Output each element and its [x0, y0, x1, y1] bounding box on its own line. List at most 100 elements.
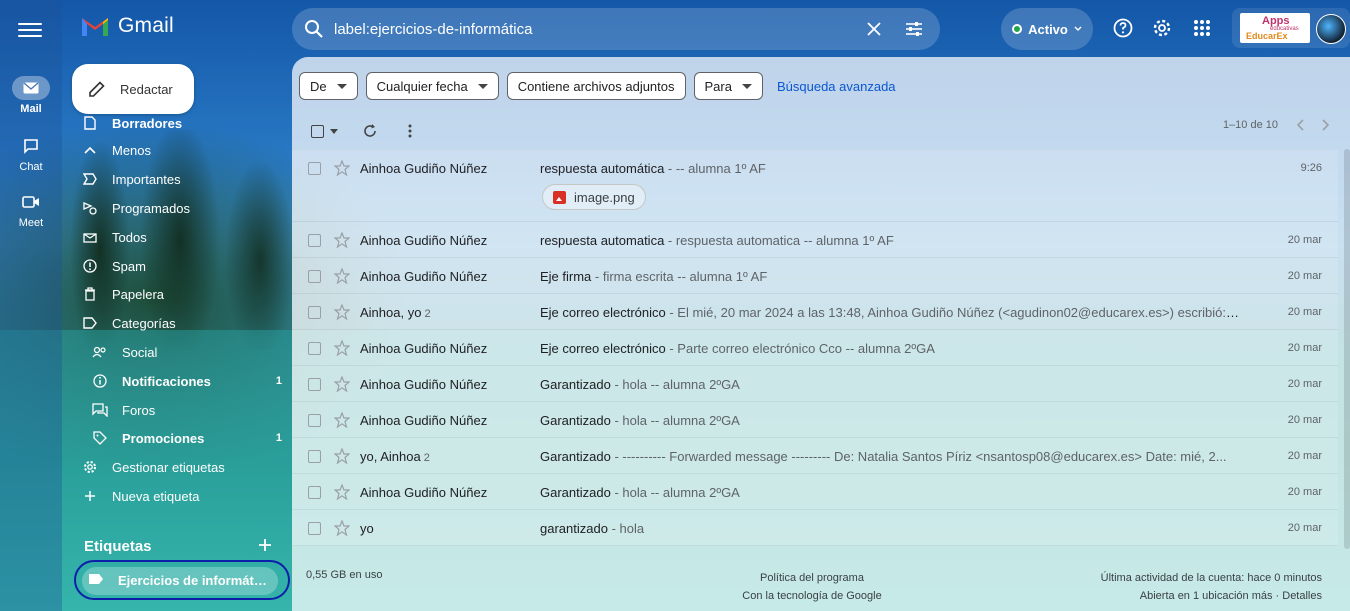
search-options-button[interactable]: [894, 9, 934, 49]
email-row[interactable]: Ainhoa Gudiño Núñez Garantizado - hola -…: [292, 474, 1338, 510]
rail-chat[interactable]: Chat: [0, 134, 62, 173]
sidebar-item-spam[interactable]: Spam: [82, 253, 282, 279]
star-icon[interactable]: [334, 268, 350, 284]
attachment-chip[interactable]: image.png: [542, 184, 646, 210]
row-checkbox[interactable]: [308, 234, 321, 247]
more-vert-icon: [408, 124, 412, 138]
sender-name: yo: [360, 521, 374, 536]
star-icon[interactable]: [334, 484, 350, 500]
email-row[interactable]: Ainhoa Gudiño Núñez Eje firma - firma es…: [292, 258, 1338, 294]
search-icon[interactable]: [304, 19, 324, 39]
email-subject: Garantizado: [540, 413, 611, 428]
status-button[interactable]: Activo: [1001, 8, 1093, 50]
sender-name: Ainhoa Gudiño Núñez: [360, 377, 488, 392]
sidebar-item-social[interactable]: Social: [92, 339, 282, 365]
star-icon[interactable]: [334, 412, 350, 428]
schedule-send-icon: [82, 200, 98, 216]
row-checkbox[interactable]: [308, 270, 321, 283]
row-checkbox[interactable]: [308, 306, 321, 319]
scrollbar[interactable]: [1344, 149, 1350, 549]
trash-icon: [82, 286, 98, 302]
video-icon: [12, 190, 50, 214]
star-icon[interactable]: [334, 520, 350, 536]
label-important-icon: [82, 171, 98, 187]
label-icon: [88, 573, 104, 588]
email-row[interactable]: yo, Ainhoa 2 Garantizado - ---------- For…: [292, 438, 1338, 474]
forum-icon: [92, 402, 108, 418]
email-row[interactable]: Ainhoa Gudiño Núñez respuesta automática…: [292, 150, 1338, 222]
main-menu-icon[interactable]: [18, 18, 42, 42]
email-row[interactable]: Ainhoa Gudiño Núñez respuesta automatica…: [292, 222, 1338, 258]
filter-from-chip[interactable]: De: [299, 72, 358, 100]
apps-button[interactable]: [1190, 16, 1214, 40]
all-mail-icon: [82, 229, 98, 245]
advanced-search-link[interactable]: Búsqueda avanzada: [777, 79, 896, 94]
filter-attachments-chip[interactable]: Contiene archivos adjuntos: [506, 72, 686, 100]
sidebar-item-scheduled[interactable]: Programados: [82, 195, 282, 221]
star-icon[interactable]: [334, 376, 350, 392]
email-subject: Eje correo electrónico: [540, 341, 666, 356]
email-row[interactable]: Ainhoa Gudiño Núñez Garantizado - hola -…: [292, 366, 1338, 402]
more-options-button[interactable]: [398, 119, 422, 143]
email-date: 20 mar: [1287, 342, 1322, 354]
settings-button[interactable]: [1150, 16, 1174, 40]
email-date: 20 mar: [1287, 450, 1322, 462]
sidebar-item-manage-labels[interactable]: Gestionar etiquetas: [82, 454, 282, 480]
email-row[interactable]: Ainhoa Gudiño Núñez Garantizado - hola -…: [292, 402, 1338, 438]
program-policy-link[interactable]: Política del programa: [732, 569, 892, 587]
select-all-checkbox[interactable]: [306, 119, 342, 143]
sidebar-item-new-label[interactable]: Nueva etiqueta: [82, 483, 282, 509]
search-bar[interactable]: [292, 8, 940, 50]
sidebar-item-less[interactable]: Menos: [82, 137, 282, 163]
sidebar-item-categories[interactable]: Categorías: [82, 310, 282, 336]
email-date: 20 mar: [1287, 306, 1322, 318]
sender-name: Ainhoa Gudiño Núñez: [360, 485, 488, 500]
row-checkbox[interactable]: [308, 522, 321, 535]
storage-usage: 0,55 GB en uso: [306, 569, 383, 581]
search-input[interactable]: [334, 20, 854, 38]
plus-icon: [259, 539, 271, 551]
email-row[interactable]: Ainhoa, yo 2 Eje correo electrónico - El …: [292, 294, 1338, 330]
email-date: 20 mar: [1287, 522, 1322, 534]
email-row[interactable]: Ainhoa Gudiño Núñez Eje correo electróni…: [292, 330, 1338, 366]
email-date: 9:26: [1300, 162, 1322, 174]
email-subject: respuesta automática: [540, 161, 665, 176]
row-checkbox[interactable]: [308, 162, 321, 175]
add-label-button[interactable]: [256, 536, 274, 554]
organization-logo[interactable]: Apps educativas EducarEx: [1240, 13, 1310, 43]
rail-meet[interactable]: Meet: [0, 190, 62, 229]
avatar[interactable]: [1316, 14, 1346, 44]
row-checkbox[interactable]: [308, 378, 321, 391]
chevron-left-icon[interactable]: [1296, 119, 1304, 131]
refresh-button[interactable]: [358, 119, 382, 143]
clear-search-button[interactable]: [854, 9, 894, 49]
row-checkbox[interactable]: [308, 486, 321, 499]
chevron-right-icon[interactable]: [1322, 119, 1330, 131]
filter-date-chip[interactable]: Cualquier fecha: [365, 72, 499, 100]
sidebar-item-all-mail[interactable]: Todos: [82, 224, 282, 250]
sidebar-item-promotions[interactable]: Promociones 1: [92, 425, 282, 451]
sidebar-label-ejercicios[interactable]: Ejercicios de informática: [74, 560, 290, 600]
sidebar-item-forums[interactable]: Foros: [92, 397, 282, 423]
row-checkbox[interactable]: [308, 414, 321, 427]
filter-to-chip[interactable]: Para: [693, 72, 763, 100]
details-link[interactable]: Abierta en 1 ubicación más · Detalles: [1101, 587, 1322, 605]
star-icon[interactable]: [334, 340, 350, 356]
gmail-logo[interactable]: Gmail: [80, 14, 174, 38]
compose-button[interactable]: Redactar: [72, 64, 194, 114]
sidebar-item-trash[interactable]: Papelera: [82, 281, 282, 307]
star-icon[interactable]: [334, 448, 350, 464]
sidebar-item-important[interactable]: Importantes: [82, 166, 282, 192]
star-icon[interactable]: [334, 160, 350, 176]
sidebar-item-notifications[interactable]: Notificaciones 1: [92, 368, 282, 394]
rail-mail[interactable]: Mail: [0, 76, 62, 115]
powered-by-text: Con la tecnología de Google: [742, 590, 882, 602]
help-button[interactable]: [1111, 16, 1135, 40]
email-row[interactable]: yo garantizado - hola 20 mar: [292, 510, 1338, 546]
gear-icon: [1153, 19, 1171, 37]
email-snippet: - ---------- Forwarded message ---------…: [610, 449, 1227, 464]
row-checkbox[interactable]: [308, 450, 321, 463]
row-checkbox[interactable]: [308, 342, 321, 355]
star-icon[interactable]: [334, 232, 350, 248]
star-icon[interactable]: [334, 304, 350, 320]
